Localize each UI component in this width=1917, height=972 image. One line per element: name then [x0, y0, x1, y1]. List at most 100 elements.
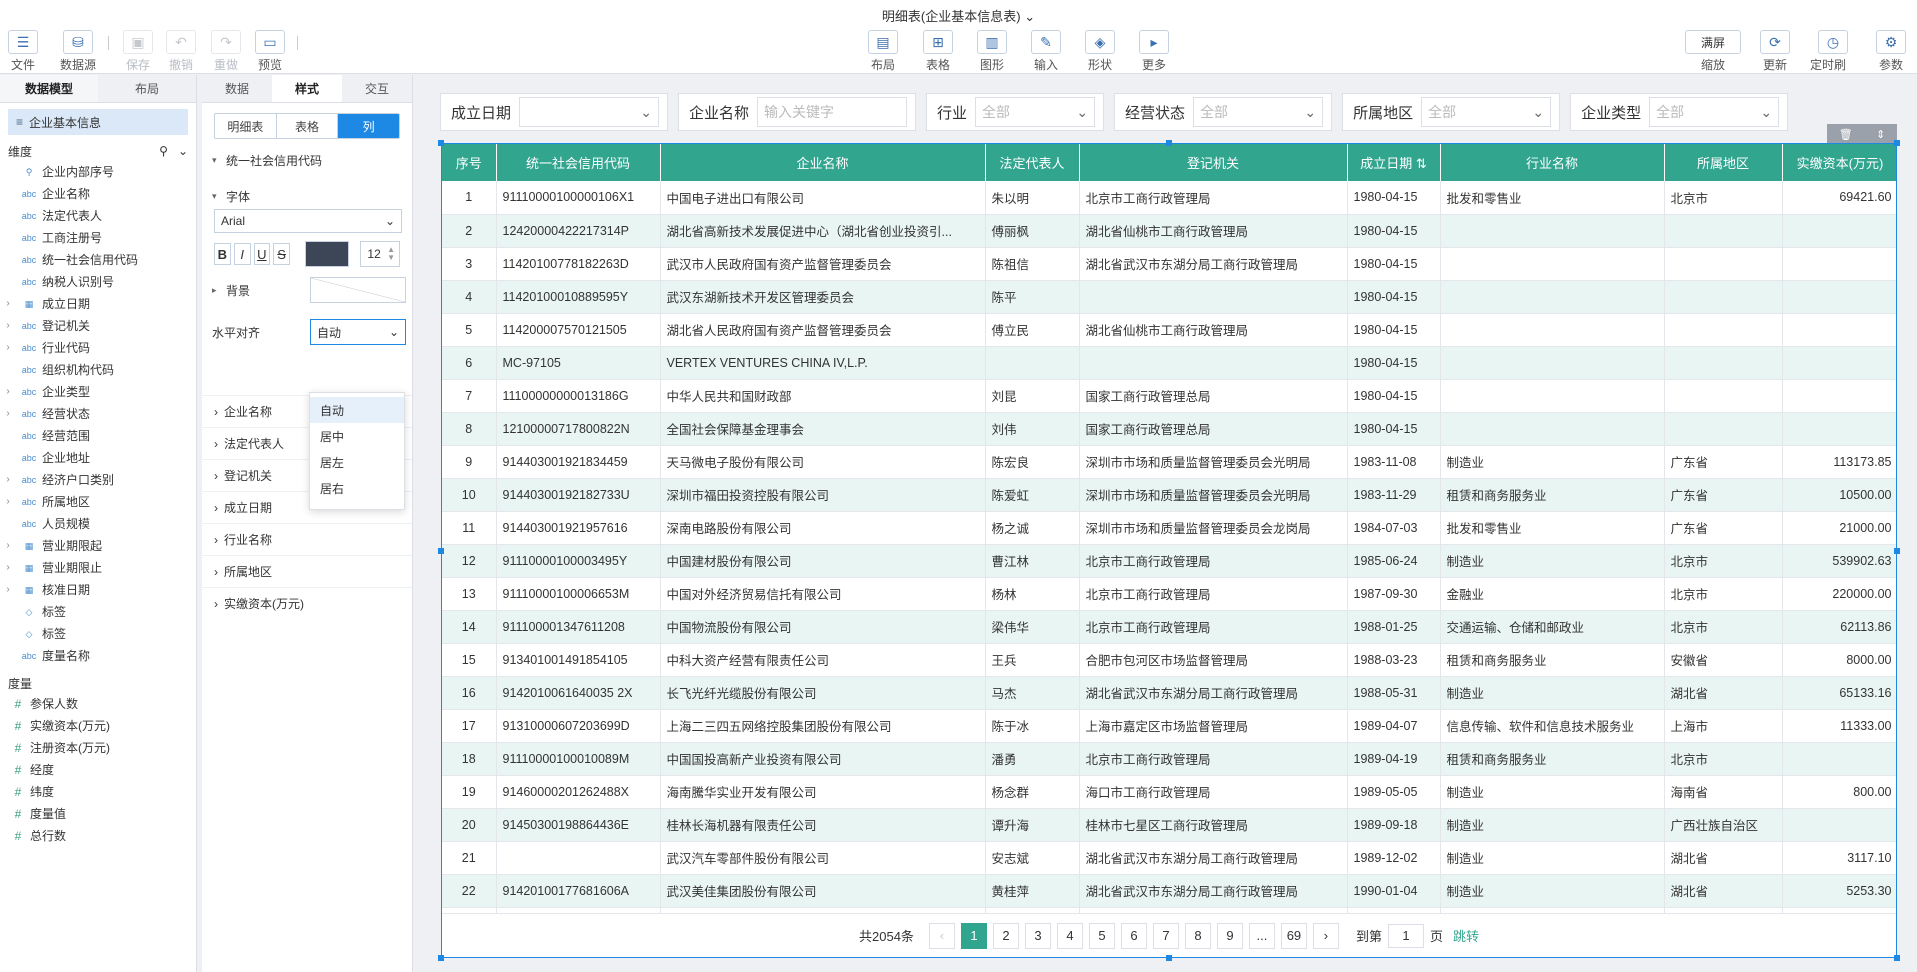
- column-header[interactable]: 序号: [442, 144, 497, 181]
- font-size-stepper[interactable]: 12 ▲ ▼: [360, 241, 401, 267]
- detail-table-widget[interactable]: 序号 统一社会信用代码 企业名称 法定代表人 登记机关 成立日期 ⇅ 行业名称 所属地区 实缴资…: [441, 143, 1897, 958]
- dimension-field[interactable]: › abc 行业代码: [0, 337, 196, 359]
- segment-table[interactable]: 表格: [277, 114, 339, 138]
- filter-input[interactable]: 全部 ⌄: [1649, 97, 1780, 127]
- table-row[interactable]: 5 114200007570121505 湖北省人民政府国有资产监督管理委员会 傅立民…: [442, 313, 1896, 347]
- prev-page-button[interactable]: ‹: [928, 922, 955, 949]
- strikethrough-button[interactable]: S: [273, 243, 290, 265]
- column-section[interactable]: › 所属地区: [202, 555, 412, 587]
- table-row[interactable]: 18 91110000100010089M 中国国投高新产业投资有限公司 潘勇 北京市工…: [442, 742, 1896, 776]
- column-header[interactable]: 登记机关: [1079, 144, 1348, 181]
- chevron-down-icon[interactable]: ⌄: [178, 144, 188, 158]
- dimension-field[interactable]: abc 纳税人识别号: [0, 271, 196, 293]
- move-icon[interactable]: ⇕: [1876, 128, 1885, 141]
- page-button[interactable]: 6: [1120, 922, 1147, 949]
- model-item[interactable]: ≡ 企业基本信息: [8, 109, 188, 135]
- resize-handle[interactable]: [1894, 140, 1900, 146]
- resize-handle[interactable]: [438, 548, 444, 554]
- font-section-header[interactable]: ▾ 字体: [202, 183, 412, 209]
- toolbar-button[interactable]: ⛁ 数据源: [55, 30, 101, 73]
- dimension-field[interactable]: abc 经营范围: [0, 425, 196, 447]
- resize-handle[interactable]: [1166, 955, 1172, 961]
- page-button[interactable]: 1: [960, 922, 987, 949]
- goto-page-input[interactable]: 1: [1387, 923, 1424, 948]
- measure-field[interactable]: # 总行数: [0, 825, 196, 847]
- toolbar-button[interactable]: ↷ 重做: [203, 30, 249, 73]
- filter-input[interactable]: 全部 ⌄: [1421, 97, 1552, 127]
- filter-input[interactable]: 全部 ⌄: [975, 97, 1096, 127]
- table-row[interactable]: 12 91110000100003495Y 中国建材股份有限公司 曹江林 北京市工商行政…: [442, 544, 1896, 578]
- measure-field[interactable]: # 经度: [0, 759, 196, 781]
- dimension-field[interactable]: ⚲ 企业内部序号: [0, 161, 196, 183]
- measure-field[interactable]: # 参保人数: [0, 693, 196, 715]
- goto-button[interactable]: 跳转: [1453, 926, 1479, 945]
- table-row[interactable]: 3 11420100778182263D 武汉市人民政府国有资产监督管理委员会 陈祖信…: [442, 247, 1896, 281]
- page-button[interactable]: 7: [1152, 922, 1179, 949]
- table-row[interactable]: 9 914403001921834459 天马微电子股份有限公司 陈宏良 深圳市市场和质…: [442, 445, 1896, 479]
- dimension-field[interactable]: › abc 所属地区: [0, 491, 196, 513]
- table-row[interactable]: 6 MC-97105 VERTEX VENTURES CHINA IV,L.P. 19…: [442, 346, 1896, 380]
- dimension-field[interactable]: › ▦ 营业期限止: [0, 557, 196, 579]
- dimension-field[interactable]: › ▦ 核准日期: [0, 579, 196, 601]
- dimension-field[interactable]: abc 法定代表人: [0, 205, 196, 227]
- toolbar-button[interactable]: ✎ 输入: [1023, 30, 1069, 73]
- sort-icon[interactable]: ⇅: [1412, 156, 1427, 171]
- dimension-field[interactable]: › abc 企业类型: [0, 381, 196, 403]
- table-row[interactable]: 13 91110000100006653M 中国对外经济贸易信托有限公司 杨林 北京市工…: [442, 577, 1896, 611]
- page-button[interactable]: 4: [1056, 922, 1083, 949]
- column-section[interactable]: › 实缴资本(万元): [202, 587, 412, 619]
- toolbar-button[interactable]: ▭ 预览: [247, 30, 293, 73]
- toolbar-button[interactable]: ◈ 形状: [1077, 30, 1123, 73]
- column-section-header[interactable]: ▾ 统一社会信用代码: [202, 147, 412, 173]
- dimension-field[interactable]: abc 组织机构代码: [0, 359, 196, 381]
- toolbar-button[interactable]: ▸ 更多: [1131, 30, 1177, 73]
- segment-detail-table[interactable]: 明细表: [215, 114, 277, 138]
- page-button[interactable]: ...: [1248, 922, 1275, 949]
- table-row[interactable]: 1 91110000100000106X1 中国电子进出口有限公司 朱以明 北京市工商行…: [442, 181, 1896, 215]
- background-color-picker[interactable]: [310, 277, 406, 303]
- tab-layout[interactable]: 布局: [98, 75, 196, 102]
- italic-button[interactable]: I: [233, 243, 251, 265]
- segment-column[interactable]: 列: [338, 114, 399, 138]
- tab-style[interactable]: 样式: [272, 75, 342, 102]
- next-page-button[interactable]: ›: [1312, 922, 1339, 949]
- search-icon[interactable]: ⚲: [159, 144, 168, 158]
- delete-icon[interactable]: 🗑: [1839, 128, 1853, 141]
- bold-button[interactable]: B: [214, 243, 231, 265]
- table-row[interactable]: 22 91420100177681606A 武汉美佳集团股份有限公司 黄桂萍 湖北省武汉…: [442, 874, 1896, 908]
- page-button[interactable]: 8: [1184, 922, 1211, 949]
- resize-handle[interactable]: [438, 140, 444, 146]
- page-button[interactable]: 2: [992, 922, 1019, 949]
- page-button[interactable]: 3: [1024, 922, 1051, 949]
- toolbar-button[interactable]: ☰ 文件: [0, 30, 46, 73]
- dimension-field[interactable]: abc 统一社会信用代码: [0, 249, 196, 271]
- measure-field[interactable]: # 度量值: [0, 803, 196, 825]
- dimension-field[interactable]: abc 度量名称: [0, 645, 196, 667]
- dimension-field[interactable]: abc 企业名称: [0, 183, 196, 205]
- table-row[interactable]: 2 12420000422217314P 湖北省高新技术发展促进中心（湖北省创业投资…: [442, 214, 1896, 248]
- toolbar-button[interactable]: ↶ 撤销: [158, 30, 204, 73]
- filter-input[interactable]: ⌄: [519, 97, 660, 127]
- resize-handle[interactable]: [1894, 548, 1900, 554]
- measure-field[interactable]: # 实缴资本(万元): [0, 715, 196, 737]
- toolbar-button[interactable]: ▥ 图形: [969, 30, 1015, 73]
- table-row[interactable]: 20 91450300198864436E 桂林长海机器有限责任公司 谭升海 桂林市七星…: [442, 808, 1896, 842]
- toolbar-button[interactable]: ▤ 布局: [860, 30, 906, 73]
- dimension-field[interactable]: ◇ 标签: [0, 601, 196, 623]
- dimension-field[interactable]: abc 工商注册号: [0, 227, 196, 249]
- column-header[interactable]: 成立日期 ⇅: [1347, 144, 1441, 181]
- table-row[interactable]: 17 91310000607203699D 上海二三四五网络控股集团股份有限公司 陈于…: [442, 709, 1896, 743]
- measure-field[interactable]: # 注册资本(万元): [0, 737, 196, 759]
- resize-handle[interactable]: [438, 955, 444, 961]
- measure-field[interactable]: # 纬度: [0, 781, 196, 803]
- page-button[interactable]: 69: [1280, 922, 1307, 949]
- align-option[interactable]: 居中: [310, 423, 404, 449]
- align-option[interactable]: 居右: [310, 475, 404, 501]
- underline-button[interactable]: U: [253, 243, 271, 265]
- column-header[interactable]: 企业名称: [660, 144, 986, 181]
- toolbar-button[interactable]: ⊞ 表格: [915, 30, 961, 73]
- table-row[interactable]: 10 91440300192182733U 深圳市福田投资控股有限公司 陈爱虹 深圳市市…: [442, 478, 1896, 512]
- dimension-field[interactable]: › abc 经营状态: [0, 403, 196, 425]
- resize-handle[interactable]: [1166, 140, 1172, 146]
- tab-data[interactable]: 数据: [202, 75, 272, 102]
